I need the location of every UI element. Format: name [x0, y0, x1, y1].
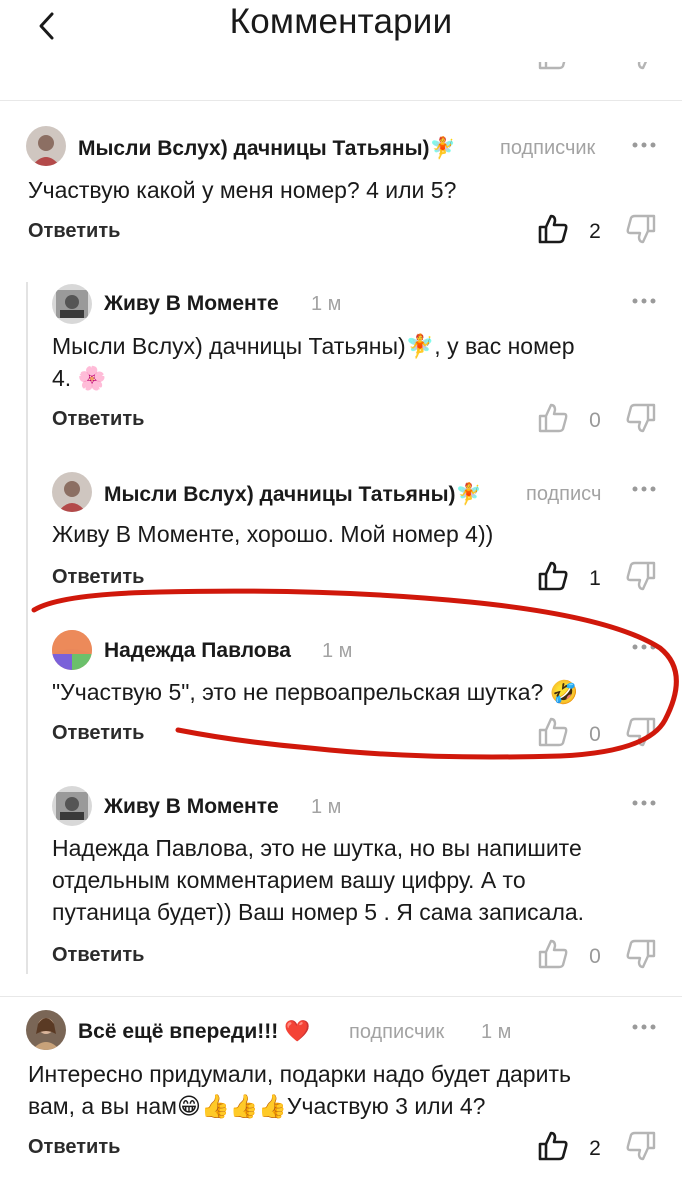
comment-text-line: отдельным комментарием вашу цифру. А то	[52, 867, 526, 893]
thumbs-up-icon[interactable]	[536, 401, 570, 435]
comment-author[interactable]: Живу В Моменте	[104, 292, 279, 316]
more-dots-icon[interactable]	[630, 484, 660, 498]
thumbs-down-icon[interactable]	[624, 1129, 658, 1163]
avatar[interactable]	[52, 786, 92, 826]
thumbs-down-icon[interactable]	[624, 401, 658, 435]
fairy-emoji: 🧚	[455, 482, 482, 506]
avatar[interactable]	[26, 1010, 66, 1050]
thumbs-down-icon[interactable]	[624, 937, 658, 971]
comment-time: 1 м	[481, 1021, 512, 1043]
page-title: Комментарии	[229, 2, 453, 41]
comment-text-line: вам, а вы нам😁👍👍👍Участвую 3 или 4?	[28, 1093, 486, 1119]
like-count: 2	[589, 1137, 601, 1160]
comment-text: Мысли Вслух) дачницы Татьяны)🧚, у вас но…	[52, 330, 575, 394]
reply-button[interactable]: Ответить	[52, 408, 144, 431]
author-badge: подписчик	[349, 1021, 445, 1043]
reply-button[interactable]: Ответить	[28, 220, 120, 243]
comment-text: Надежда Павлова, это не шутка, но вы нап…	[52, 832, 584, 928]
like-count: 0	[589, 945, 601, 968]
avatar[interactable]	[26, 126, 66, 166]
thumbs-down-icon[interactable]	[624, 212, 658, 246]
avatar[interactable]	[52, 284, 92, 324]
header-bar: Комментарии	[0, 0, 682, 62]
more-dots-icon[interactable]	[630, 296, 660, 310]
reply-button[interactable]: Ответить	[52, 944, 144, 967]
comment-text: Живу В Моменте, хорошо. Мой номер 4))	[52, 521, 494, 547]
heart-emoji: ❤️	[284, 1019, 311, 1043]
fairy-emoji: 🧚	[429, 136, 456, 160]
more-dots-icon[interactable]	[630, 798, 660, 812]
thumbs-up-icon[interactable]	[536, 937, 570, 971]
comment-author[interactable]: Всё ещё впереди!!! ❤️	[78, 1019, 310, 1044]
comment-time: 1 м	[311, 796, 342, 818]
comment-time: 1 м	[311, 293, 342, 315]
comment-text-line: 4. 🌸	[52, 365, 107, 391]
divider	[0, 996, 682, 997]
comment-text-line: путаница будет)) Ваш номер 5 . Я сама за…	[52, 899, 585, 925]
comment-item: Всё ещё впереди!!! ❤️ подписчик 1 м Инте…	[0, 1000, 682, 1200]
like-count: 2	[589, 220, 601, 243]
comment-author[interactable]: Живу В Моменте	[104, 795, 279, 819]
comment-author[interactable]: Мысли Вслух) дачницы Татьяны)🧚	[78, 136, 456, 161]
reply-button[interactable]: Ответить	[28, 1136, 120, 1159]
author-badge: подписч	[526, 483, 602, 505]
author-badge: подписчик	[500, 137, 596, 159]
thumbs-up-icon[interactable]	[536, 1129, 570, 1163]
comment-text-line: Надежда Павлова, это не шутка, но вы нап…	[52, 835, 582, 861]
reply-comment-item: Живу В Моменте 1 м Надежда Павлова, это …	[0, 782, 682, 982]
thumbs-up-icon[interactable]	[536, 212, 570, 246]
reply-comment-item: Живу В Моменте 1 м Мысли Вслух) дачницы …	[0, 282, 682, 447]
comment-text-line: Интересно придумали, подарки надо будет …	[28, 1061, 571, 1087]
comment-text: Участвую какой у меня номер? 4 или 5?	[28, 177, 457, 203]
comment-text: Интересно придумали, подарки надо будет …	[28, 1058, 571, 1122]
comment-author[interactable]: Мысли Вслух) дачницы Татьяны)🧚	[104, 482, 482, 507]
like-count: 0	[589, 409, 601, 432]
highlight-ring-annotation	[31, 588, 679, 760]
comment-item: Мысли Вслух) дачницы Татьяны)🧚 подписчик…	[0, 100, 682, 270]
more-dots-icon[interactable]	[630, 1022, 660, 1036]
avatar[interactable]	[52, 472, 92, 512]
comment-text-line: Мысли Вслух) дачницы Татьяны)🧚, у вас но…	[52, 333, 575, 359]
more-dots-icon[interactable]	[630, 140, 660, 154]
